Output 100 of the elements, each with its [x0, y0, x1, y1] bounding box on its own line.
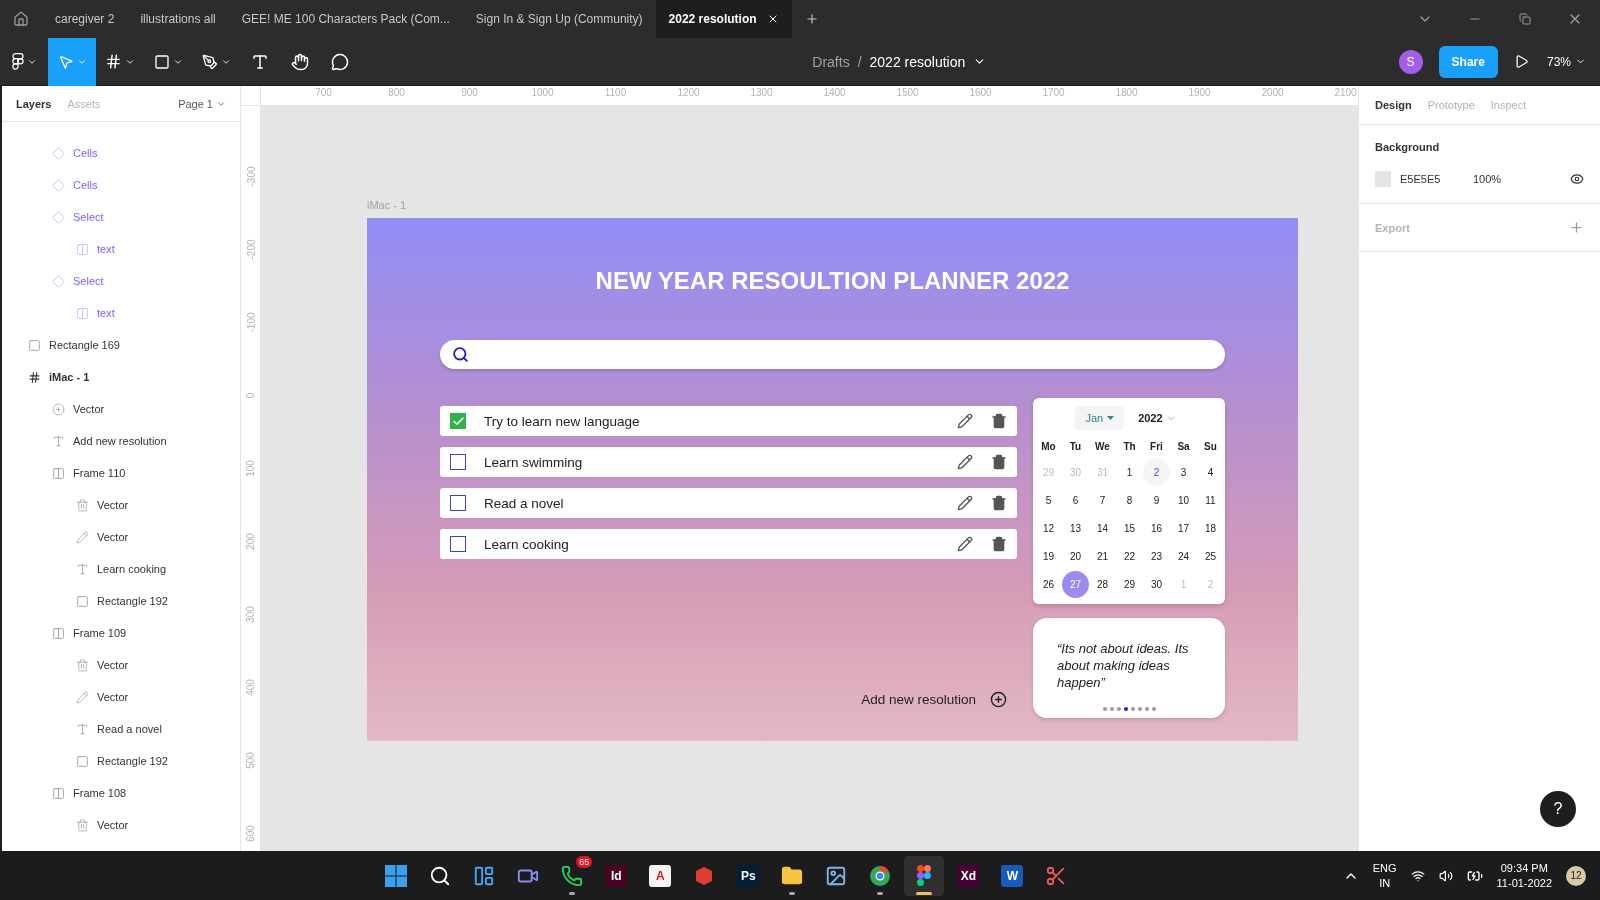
- calendar-day[interactable]: 11: [1197, 486, 1224, 514]
- layer-name[interactable]: Add new resolution: [73, 435, 167, 447]
- pager-dot[interactable]: [1151, 707, 1156, 711]
- layer-name[interactable]: Vector: [97, 531, 129, 543]
- pager-dot[interactable]: [1102, 707, 1107, 711]
- pager-dot[interactable]: [1109, 707, 1114, 711]
- layer-name[interactable]: Learn cooking: [97, 563, 167, 575]
- calendar-day[interactable]: 17: [1170, 514, 1197, 542]
- layer-name[interactable]: Frame 109: [73, 627, 127, 639]
- notification-count[interactable]: 12: [1566, 865, 1586, 886]
- panel-tab[interactable]: Layers: [16, 97, 52, 110]
- calendar-day[interactable]: 6: [1062, 486, 1089, 514]
- layer-name[interactable]: Vector: [97, 819, 129, 831]
- calendar-day[interactable]: 15: [1116, 514, 1143, 542]
- pager-dot[interactable]: [1123, 707, 1128, 711]
- calendar-day[interactable]: 8: [1116, 486, 1143, 514]
- pager-dot[interactable]: [1130, 707, 1135, 711]
- calendar-day[interactable]: 29: [1116, 570, 1143, 598]
- pager-dot[interactable]: [1116, 707, 1121, 711]
- taskbar-app[interactable]: W: [992, 855, 1033, 896]
- layer-name[interactable]: Vector: [73, 403, 105, 415]
- layer-name[interactable]: Vector: [97, 499, 129, 511]
- pencil-icon[interactable]: [957, 495, 973, 511]
- calendar-day[interactable]: 26: [1035, 570, 1062, 598]
- year-select[interactable]: 2022: [1132, 411, 1183, 425]
- calendar-day[interactable]: 12: [1035, 514, 1062, 542]
- layer-name[interactable]: text: [97, 243, 115, 255]
- layer-name[interactable]: Vector: [97, 691, 129, 703]
- plus-icon[interactable]: [1569, 220, 1584, 235]
- new-tab-icon[interactable]: [804, 12, 819, 26]
- clock-date[interactable]: 11-01-2022: [1496, 875, 1552, 891]
- calendar-day[interactable]: 25: [1197, 542, 1224, 570]
- file-name[interactable]: 2022 resolution: [869, 53, 966, 70]
- task-checkbox[interactable]: [450, 454, 466, 470]
- calendar-day[interactable]: 9: [1143, 486, 1170, 514]
- layer-name[interactable]: Cells: [73, 147, 98, 159]
- calendar-day[interactable]: 5: [1035, 486, 1062, 514]
- tool-button[interactable]: [48, 37, 96, 86]
- calendar-day[interactable]: 28: [1089, 570, 1116, 598]
- layer-name[interactable]: Rectangle 169: [49, 339, 120, 351]
- home-icon[interactable]: [13, 11, 29, 27]
- search-field[interactable]: [440, 340, 1225, 369]
- calendar-day[interactable]: 18: [1197, 514, 1224, 542]
- calendar-day[interactable]: 4: [1197, 458, 1224, 486]
- present-icon[interactable]: [1513, 54, 1529, 69]
- calendar-day[interactable]: 16: [1143, 514, 1170, 542]
- calendar-day[interactable]: 22: [1116, 542, 1143, 570]
- calendar-day[interactable]: 21: [1089, 542, 1116, 570]
- opacity-value[interactable]: 100%: [1473, 173, 1502, 185]
- region[interactable]: IN: [1379, 875, 1391, 891]
- add-resolution-label[interactable]: Add new resolution: [861, 692, 976, 707]
- panel-tab[interactable]: Design: [1375, 99, 1412, 111]
- page-selector[interactable]: Page 1: [178, 97, 213, 110]
- restore-icon[interactable]: [1519, 13, 1531, 25]
- eye-icon[interactable]: [1570, 172, 1584, 186]
- pencil-icon[interactable]: [957, 454, 973, 470]
- calendar-day[interactable]: 3: [1170, 458, 1197, 486]
- pager-dot[interactable]: [1137, 707, 1142, 711]
- file-tab[interactable]: caregiver 2: [42, 0, 128, 38]
- layer-name[interactable]: Frame 108: [73, 787, 127, 799]
- calendar-day[interactable]: 2: [1143, 458, 1170, 486]
- calendar-day[interactable]: 7: [1089, 486, 1116, 514]
- layer-name[interactable]: Read a novel: [97, 723, 162, 735]
- calendar-day[interactable]: 19: [1035, 542, 1062, 570]
- calendar-day[interactable]: 20: [1062, 542, 1089, 570]
- volume-icon[interactable]: [1438, 868, 1453, 883]
- taskbar-app[interactable]: 65: [552, 855, 593, 896]
- calendar-day[interactable]: 13: [1062, 514, 1089, 542]
- task-checkbox[interactable]: [450, 536, 466, 552]
- taskbar-app[interactable]: A: [640, 855, 681, 896]
- help-button[interactable]: ?: [1540, 791, 1576, 827]
- layer-name[interactable]: Cells: [73, 179, 98, 191]
- clock-time[interactable]: 09:34 PM: [1500, 860, 1548, 876]
- layer-name[interactable]: Vector: [97, 659, 129, 671]
- language[interactable]: ENG: [1372, 860, 1397, 876]
- layer-name[interactable]: iMac - 1: [49, 371, 90, 383]
- plus-circle-icon[interactable]: [990, 691, 1007, 708]
- pencil-icon[interactable]: [957, 536, 973, 552]
- folder-link[interactable]: Drafts: [812, 53, 850, 70]
- layer-name[interactable]: text: [97, 307, 115, 319]
- color-swatch[interactable]: [1375, 171, 1391, 187]
- trash-icon[interactable]: [991, 413, 1007, 429]
- layer-name[interactable]: Select: [73, 211, 104, 223]
- wifi-icon[interactable]: [1410, 868, 1425, 883]
- month-select[interactable]: Jan: [1075, 406, 1125, 430]
- taskbar-app[interactable]: Xd: [948, 855, 989, 896]
- calendar-day[interactable]: 10: [1170, 486, 1197, 514]
- calendar-day[interactable]: 24: [1170, 542, 1197, 570]
- trash-icon[interactable]: [991, 454, 1007, 470]
- layer-name[interactable]: Rectangle 192: [97, 595, 168, 607]
- taskbar-app[interactable]: Ps: [728, 855, 769, 896]
- file-tab[interactable]: GEE! ME 100 Characters Pack (Com...: [228, 0, 463, 38]
- calendar-day[interactable]: 14: [1089, 514, 1116, 542]
- calendar-day[interactable]: 1: [1116, 458, 1143, 486]
- zoom-level[interactable]: 73%: [1546, 54, 1571, 69]
- task-checkbox[interactable]: [450, 495, 466, 511]
- calendar-day[interactable]: 23: [1143, 542, 1170, 570]
- task-checkbox[interactable]: [450, 413, 466, 429]
- layer-name[interactable]: Rectangle 192: [97, 755, 168, 767]
- file-tab[interactable]: Sign In & Sign Up (Community): [462, 0, 656, 38]
